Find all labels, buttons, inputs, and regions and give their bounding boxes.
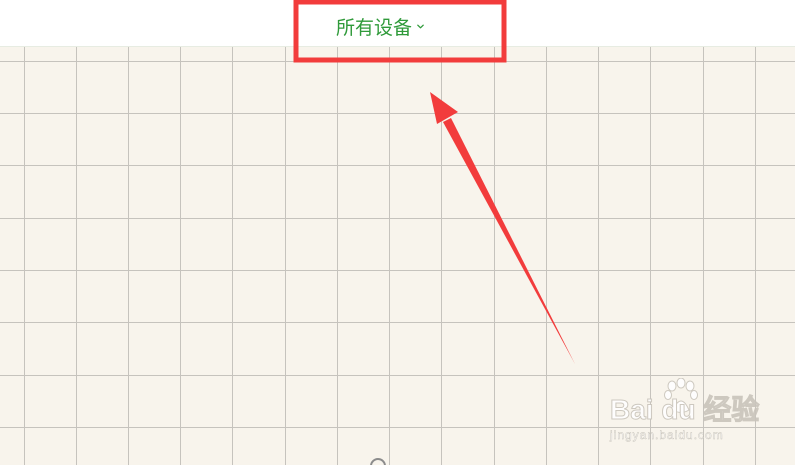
top-bar: 所有设备 [0, 0, 795, 46]
all-devices-dropdown[interactable]: 所有设备 [336, 12, 425, 40]
watermark-logo-text: Bai du 经验 [609, 394, 760, 426]
baidu-jingyan-watermark: Bai du 经验 jingyan.baidu.com [609, 378, 760, 448]
all-devices-label: 所有设备 [336, 16, 413, 39]
chevron-down-icon [417, 24, 424, 28]
watermark-url: jingyan.baidu.com [610, 428, 724, 442]
